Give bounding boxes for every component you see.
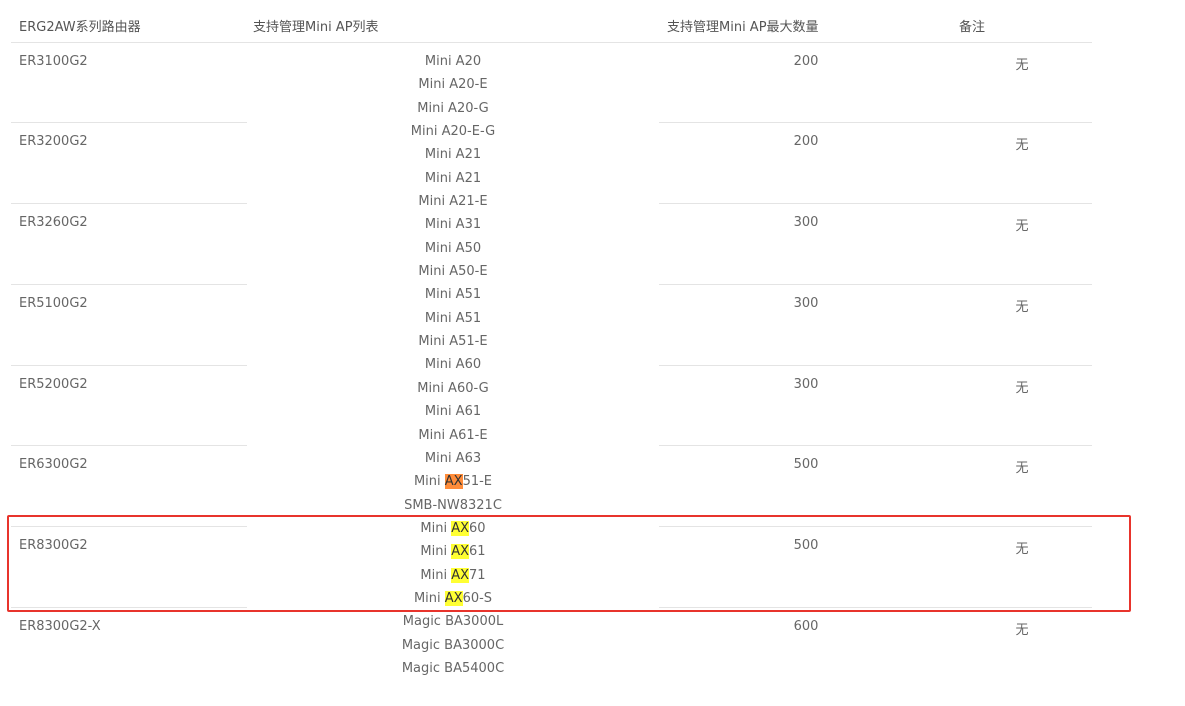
note-value: 无 xyxy=(1015,58,1029,73)
header-notes: 备注 xyxy=(959,20,986,35)
header-ap-list: 支持管理Mini AP列表 xyxy=(253,20,379,35)
header-divider xyxy=(11,42,1092,43)
row-divider xyxy=(659,365,1092,366)
row-divider xyxy=(11,203,247,204)
router-model: ER5100G2 xyxy=(19,296,88,311)
row-divider xyxy=(659,203,1092,204)
row-divider xyxy=(11,445,247,446)
ap-model-item: Mini AX51-E xyxy=(253,470,653,493)
row-divider xyxy=(659,284,1092,285)
row-divider xyxy=(11,365,247,366)
note-value: 无 xyxy=(1015,138,1029,153)
row-divider xyxy=(11,122,247,123)
ap-model-item: Mini A51 xyxy=(424,287,482,303)
router-model: ER3260G2 xyxy=(19,215,88,230)
header-router-series: ERG2AW系列路由器 xyxy=(19,20,141,35)
note-value: 无 xyxy=(1015,300,1029,315)
ap-model-item: Mini A20 xyxy=(424,54,482,69)
max-ap-count: 200 xyxy=(793,54,819,69)
router-model: ER3100G2 xyxy=(19,54,88,69)
ap-model-item: Mini A61 xyxy=(424,404,482,420)
ap-model-item: Magic BA5400C xyxy=(401,660,505,676)
note-value: 无 xyxy=(1015,623,1029,638)
ap-model-item: Mini A60 xyxy=(424,357,482,373)
ap-model-item: SMB-NW8321C xyxy=(404,497,502,513)
router-model: ER8300G2-X xyxy=(19,619,101,634)
ap-model-item: Mini A20-G xyxy=(417,100,489,116)
highlighted-text: AX xyxy=(444,474,463,490)
ap-model-item: Mini A51 xyxy=(424,310,482,326)
ap-model-item: Mini A20-E xyxy=(418,77,488,93)
ap-model-item: Mini A20-E-G xyxy=(410,124,496,140)
highlight-box xyxy=(7,515,1131,612)
note-value: 无 xyxy=(1015,461,1029,476)
max-ap-count: 300 xyxy=(793,215,819,230)
max-ap-count: 300 xyxy=(793,377,819,392)
ap-model-item: Mini A50 xyxy=(424,240,482,256)
ap-model-item: Mini A61-E xyxy=(418,427,488,443)
ap-model-item: Mini A60-G xyxy=(417,380,489,396)
row-divider xyxy=(659,445,1092,446)
note-value: 无 xyxy=(1015,219,1029,234)
ap-model-item: Mini A21-E xyxy=(418,194,488,210)
ap-model-item: Mini A50-E xyxy=(418,264,488,280)
ap-model-item: Mini A31 xyxy=(424,217,482,233)
max-ap-count: 200 xyxy=(793,134,819,149)
ap-model-prefix: Mini xyxy=(413,474,445,490)
ap-model-item: Magic BA3000C xyxy=(401,637,505,653)
ap-model-item: Mini A63 xyxy=(424,450,482,466)
ap-model-item: Magic BA3000L xyxy=(402,614,504,630)
router-model: ER3200G2 xyxy=(19,134,88,149)
ap-model-item: Mini A51-E xyxy=(418,334,488,350)
router-model: ER5200G2 xyxy=(19,377,88,392)
note-value: 无 xyxy=(1015,381,1029,396)
router-model: ER6300G2 xyxy=(19,457,88,472)
row-divider xyxy=(659,122,1092,123)
max-ap-count: 500 xyxy=(793,457,819,472)
max-ap-count: 300 xyxy=(793,296,819,311)
ap-model-item: Mini A21 xyxy=(424,147,482,163)
max-ap-count: 600 xyxy=(793,619,819,634)
row-divider xyxy=(11,284,247,285)
ap-model-suffix: 51-E xyxy=(462,474,493,490)
ap-model-item: Mini A21 xyxy=(424,170,482,186)
header-max-count: 支持管理Mini AP最大数量 xyxy=(667,20,819,35)
